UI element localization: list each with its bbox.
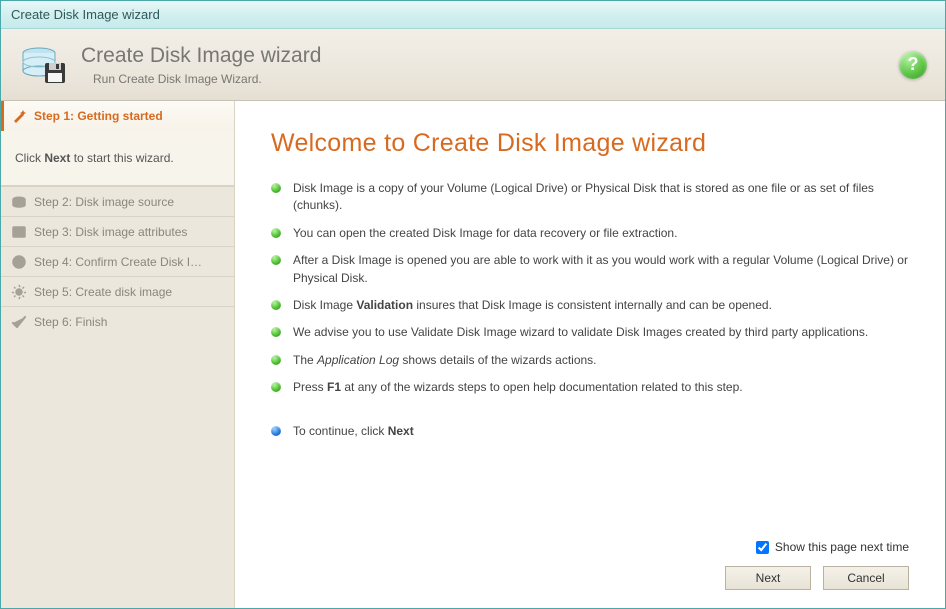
step-5-create[interactable]: Step 5: Create disk image — [1, 276, 234, 306]
titlebar[interactable]: Create Disk Image wizard — [1, 1, 945, 29]
info-icon — [11, 254, 27, 270]
step-label: Step 2: Disk image source — [34, 195, 174, 209]
step-2-disk-image-source[interactable]: Step 2: Disk image source — [1, 186, 234, 216]
step-4-confirm[interactable]: Step 4: Confirm Create Disk I… — [1, 246, 234, 276]
header-text: Create Disk Image wizard Run Create Disk… — [81, 44, 899, 86]
info-bullet-list: Disk Image is a copy of your Volume (Log… — [271, 180, 909, 450]
wizard-buttons: Next Cancel — [271, 566, 909, 590]
step-label: Step 5: Create disk image — [34, 285, 172, 299]
properties-icon — [11, 224, 27, 240]
info-bullet: Disk Image Validation insures that Disk … — [271, 297, 909, 314]
step-label: Step 4: Confirm Create Disk I… — [34, 255, 202, 269]
step-3-disk-image-attributes[interactable]: Step 3: Disk image attributes — [1, 216, 234, 246]
disks-icon — [11, 194, 27, 210]
wizard-window: Create Disk Image wizard Create Disk Ima… — [0, 0, 946, 609]
show-next-time-label[interactable]: Show this page next time — [775, 540, 909, 554]
next-button[interactable]: Next — [725, 566, 811, 590]
gear-icon — [11, 284, 27, 300]
header-title: Create Disk Image wizard — [81, 44, 899, 68]
info-bullet: We advise you to use Validate Disk Image… — [271, 324, 909, 341]
step-6-finish[interactable]: Step 6: Finish — [1, 306, 234, 336]
steps-sidebar: Step 1: Getting started Click Next to st… — [1, 101, 235, 608]
header-subtitle: Run Create Disk Image Wizard. — [81, 72, 899, 86]
disk-image-icon — [19, 41, 67, 89]
window-title: Create Disk Image wizard — [11, 7, 160, 22]
check-icon — [11, 314, 27, 330]
welcome-title: Welcome to Create Disk Image wizard — [271, 129, 909, 158]
step-instruction: Click Next to start this wizard. — [1, 131, 234, 186]
info-bullet: Disk Image is a copy of your Volume (Log… — [271, 180, 909, 215]
step-1-getting-started[interactable]: Step 1: Getting started — [1, 101, 234, 131]
wizard-body: Step 1: Getting started Click Next to st… — [1, 101, 945, 608]
wand-icon — [11, 108, 27, 124]
step-label: Step 6: Finish — [34, 315, 107, 329]
wizard-content: Welcome to Create Disk Image wizard Disk… — [235, 101, 945, 608]
cancel-button[interactable]: Cancel — [823, 566, 909, 590]
wizard-header: Create Disk Image wizard Run Create Disk… — [1, 29, 945, 101]
info-bullet: After a Disk Image is opened you are abl… — [271, 252, 909, 287]
show-next-time-row: Show this page next time — [271, 540, 909, 554]
step-label: Step 3: Disk image attributes — [34, 225, 187, 239]
info-bullet: The Application Log shows details of the… — [271, 352, 909, 369]
info-bullet: You can open the created Disk Image for … — [271, 225, 909, 242]
show-next-time-checkbox[interactable] — [756, 541, 769, 554]
step-label: Step 1: Getting started — [34, 109, 163, 123]
help-button[interactable]: ? — [899, 51, 927, 79]
info-bullet: Press F1 at any of the wizards steps to … — [271, 379, 909, 396]
continue-bullet: To continue, click Next — [271, 423, 909, 440]
